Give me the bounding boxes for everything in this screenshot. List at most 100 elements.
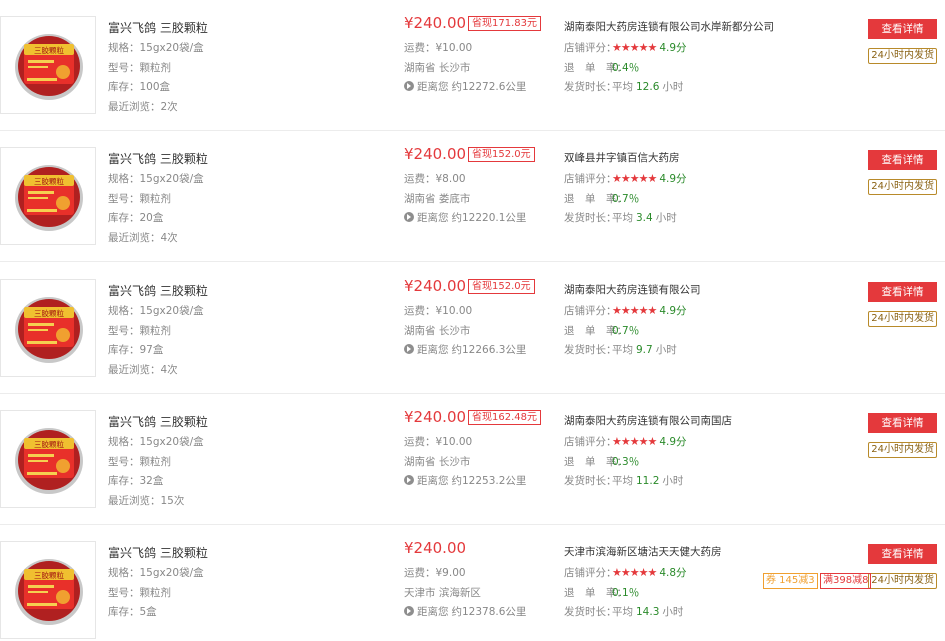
spec-value: 15gx20袋/盒 — [139, 436, 204, 448]
price: ¥240.00 — [404, 408, 467, 426]
product-specs: 规格：15gx20袋/盒 型号：颗粒剂 库存：5盒 — [108, 565, 204, 624]
model-label: 型号： — [108, 586, 140, 599]
spec-line-stock: 库存：20盒 — [108, 210, 204, 230]
ship-time-label: 发货时长： — [564, 606, 617, 618]
stock-value: 20盒 — [139, 212, 164, 224]
product-row: 三胶颗粒 富兴飞鸽 三胶颗粒 规格：15gx20袋/盒 型号：颗粒剂 库存：100盒 最近… — [0, 0, 945, 131]
recent-label: 最近浏览： — [108, 494, 161, 507]
hours-unit: 小时 — [655, 212, 677, 224]
shop-name[interactable]: 湖南泰阳大药房连锁有限公司南国店 — [564, 413, 732, 428]
product-title[interactable]: 富兴飞鸽 三胶颗粒 — [108, 19, 208, 36]
ship-time-line: 发货时长：平均 11.2 小时 — [564, 473, 687, 493]
distance-line: 距离您 约12266.3公里 — [404, 342, 526, 362]
shipping-info: 运费：¥10.00 湖南省 长沙市 距离您 约12266.3公里 — [404, 303, 526, 362]
savings-badge: 省现152.0元 — [468, 146, 535, 162]
spec-value: 15gx20袋/盒 — [139, 173, 204, 185]
product-image[interactable]: 三胶颗粒 — [0, 16, 96, 114]
freight-label: 运费： — [404, 173, 436, 185]
model-value: 颗粒剂 — [139, 61, 172, 74]
spec-line-spec: 规格：15gx20袋/盒 — [108, 565, 204, 585]
view-detail-button[interactable]: 查看详情 — [868, 150, 937, 170]
distance-value: 约12272.6公里 — [451, 81, 527, 93]
refund-line: 退 单 率：0.7％ — [564, 191, 687, 211]
spec-line-recent: 最近浏览：4次 — [108, 230, 204, 250]
product-title[interactable]: 富兴飞鸽 三胶颗粒 — [108, 413, 208, 430]
rating-label: 店铺评分： — [564, 173, 617, 185]
model-value: 颗粒剂 — [139, 324, 172, 337]
recent-label: 最近浏览： — [108, 363, 161, 376]
coupon-badge[interactable]: 券 145减3 — [763, 573, 818, 589]
rating-score: 4.8分 — [659, 567, 687, 579]
rating-label: 店铺评分： — [564, 567, 617, 579]
distance-label: 距离您 — [417, 606, 449, 618]
ship-24h-badge: 24小时内发货 — [868, 442, 937, 458]
shop-stats: 店铺评分：★★★★★ 4.9分退 单 率：0.7％ 发货时长：平均 3.4 小时 — [564, 171, 687, 230]
model-label: 型号： — [108, 192, 140, 205]
location-icon — [404, 81, 414, 91]
shipping-info: 运费：¥9.00 天津市 滨海新区 距离您 约12378.6公里 — [404, 565, 526, 624]
freight-line: 运费：¥10.00 — [404, 40, 526, 60]
shop-name[interactable]: 天津市滨海新区塘沽天天健大药房 — [564, 544, 722, 559]
shop-stats: 店铺评分：★★★★★ 4.8分退 单 率：0.1％ 发货时长：平均 14.3 小时 — [564, 565, 687, 624]
rating-score: 4.9分 — [659, 173, 687, 185]
product-title[interactable]: 富兴飞鸽 三胶颗粒 — [108, 544, 208, 561]
rating-line: 店铺评分：★★★★★ 4.9分 — [564, 40, 687, 60]
refund-label: 退 单 率： — [564, 455, 627, 468]
shop-name[interactable]: 湖南泰阳大药房连锁有限公司水岸新都分公司 — [564, 19, 774, 34]
avg-label: 平均 — [612, 344, 633, 356]
distance-line: 距离您 约12220.1公里 — [404, 210, 526, 230]
view-detail-button[interactable]: 查看详情 — [868, 413, 937, 433]
spec-value: 15gx20袋/盒 — [139, 42, 204, 54]
view-detail-button[interactable]: 查看详情 — [868, 544, 937, 564]
location-icon — [404, 475, 414, 485]
spec-line-stock: 库存：100盒 — [108, 79, 204, 99]
ship-time-line: 发货时长：平均 3.4 小时 — [564, 210, 687, 230]
avg-label: 平均 — [612, 81, 633, 93]
ship-hours: 12.6 — [636, 81, 660, 93]
distance-label: 距离您 — [417, 475, 449, 487]
product-image[interactable]: 三胶颗粒 — [0, 410, 96, 508]
product-title[interactable]: 富兴飞鸽 三胶颗粒 — [108, 282, 208, 299]
freight-label: 运费： — [404, 42, 436, 54]
hours-unit: 小时 — [655, 344, 677, 356]
stock-label: 库存： — [108, 212, 140, 224]
shop-name[interactable]: 湖南泰阳大药房连锁有限公司 — [564, 282, 701, 297]
distance-value: 约12378.6公里 — [451, 606, 527, 618]
model-label: 型号： — [108, 324, 140, 337]
hours-unit: 小时 — [662, 606, 684, 618]
ship-hours: 11.2 — [636, 475, 660, 487]
product-image[interactable]: 三胶颗粒 — [0, 147, 96, 245]
shop-stats: 店铺评分：★★★★★ 4.9分退 单 率：0.3％ 发货时长：平均 11.2 小时 — [564, 434, 687, 493]
rating-label: 店铺评分： — [564, 305, 617, 317]
view-detail-button[interactable]: 查看详情 — [868, 19, 937, 39]
stock-label: 库存： — [108, 606, 140, 618]
freight-line: 运费：¥10.00 — [404, 303, 526, 323]
rating-score: 4.9分 — [659, 42, 687, 54]
distance-line: 距离您 约12378.6公里 — [404, 604, 526, 624]
model-label: 型号： — [108, 61, 140, 74]
spec-line-model: 型号：颗粒剂 — [108, 585, 204, 605]
view-detail-button[interactable]: 查看详情 — [868, 282, 937, 302]
distance-value: 约12220.1公里 — [451, 212, 527, 224]
star-rating-icon: ★★★★★ — [612, 41, 657, 54]
spec-line-spec: 规格：15gx20袋/盒 — [108, 434, 204, 454]
stock-value: 32盒 — [139, 475, 164, 487]
refund-label: 退 单 率： — [564, 586, 627, 599]
model-label: 型号： — [108, 455, 140, 468]
avg-label: 平均 — [612, 212, 633, 224]
product-image[interactable]: 三胶颗粒 — [0, 541, 96, 639]
star-rating-icon: ★★★★★ — [612, 304, 657, 317]
spec-line-recent: 最近浏览：2次 — [108, 99, 204, 119]
ship-time-label: 发货时长： — [564, 344, 617, 356]
shop-name[interactable]: 双峰县井字镇百信大药房 — [564, 150, 680, 165]
spec-value: 15gx20袋/盒 — [139, 567, 204, 579]
freight-line: 运费：¥8.00 — [404, 171, 526, 191]
product-image[interactable]: 三胶颗粒 — [0, 279, 96, 377]
coupon-badge[interactable]: 满398减8 — [820, 573, 872, 589]
product-title[interactable]: 富兴飞鸽 三胶颗粒 — [108, 150, 208, 167]
stock-label: 库存： — [108, 475, 140, 487]
price-block: ¥240.00 省现171.83元 — [404, 14, 542, 32]
product-row: 三胶颗粒 富兴飞鸽 三胶颗粒 规格：15gx20袋/盒 型号：颗粒剂 库存：32盒 最近浏… — [0, 394, 945, 525]
freight-label: 运费： — [404, 305, 436, 317]
ship-time-label: 发货时长： — [564, 81, 617, 93]
